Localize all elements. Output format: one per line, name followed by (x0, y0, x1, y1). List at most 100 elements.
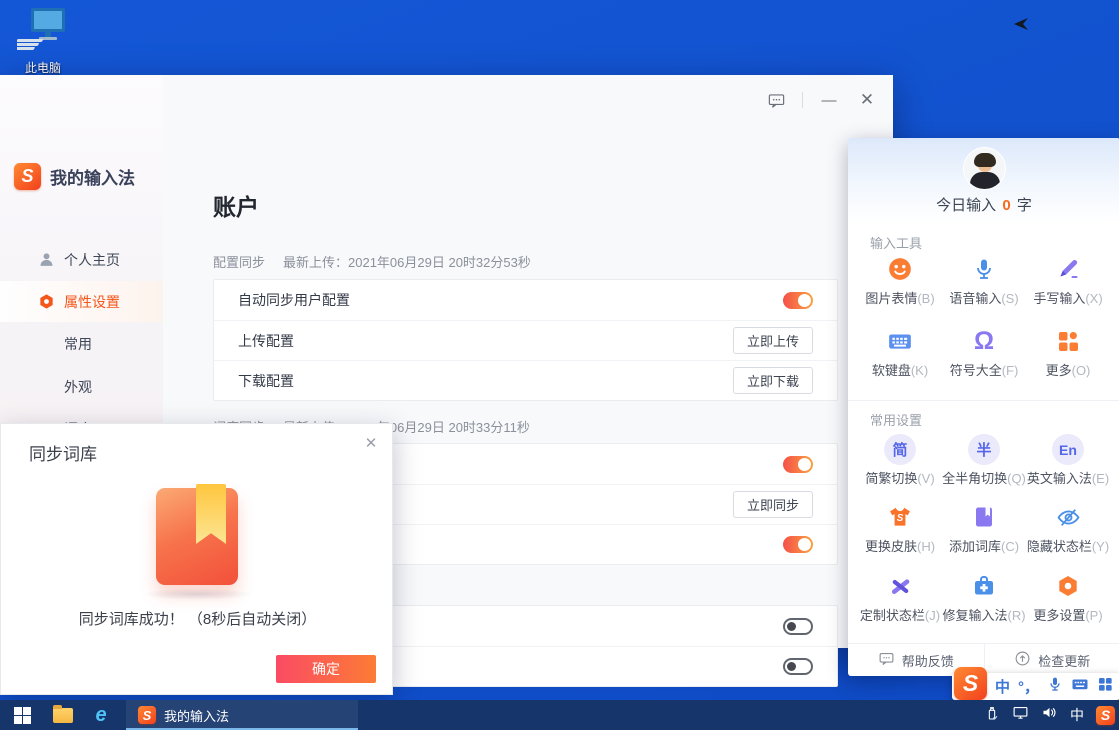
file-explorer-button[interactable] (44, 700, 82, 730)
sync-toggle[interactable] (783, 536, 813, 553)
taskbar: e S 我的输入法 中 S (0, 700, 1119, 730)
folder-icon (53, 708, 73, 723)
update-arrow-icon (1014, 650, 1031, 670)
dialog-message: 同步词库成功！ （8秒后自动关闭） (1, 608, 394, 629)
sidebar-item-label: 个人主页 (64, 250, 120, 270)
halfwidth-badge-icon: 半 (968, 434, 1000, 465)
sidebar-item-home[interactable]: 个人主页 (0, 239, 163, 280)
tool-label: 符号大全 (950, 363, 1002, 378)
upload-config-button[interactable]: 立即上传 (733, 327, 813, 354)
internet-explorer-button[interactable]: e (82, 700, 120, 730)
config-sync-card: 自动同步用户配置 上传配置 立即上传 下载配置 立即下载 (213, 279, 838, 401)
usb-icon[interactable] (984, 705, 1000, 726)
close-button[interactable]: ✕ (855, 89, 879, 111)
setting-label: 更多设置 (1033, 608, 1085, 623)
page-title: 账户 (213, 188, 259, 222)
sidebar-item-general[interactable]: 常用 (0, 323, 163, 364)
sidebar-item-label: 常用 (64, 334, 92, 354)
typed-count: 0 (1000, 197, 1012, 214)
divider (802, 92, 803, 108)
option-toggle-off-2[interactable] (783, 658, 813, 675)
input-language-indicator[interactable]: 中 (1070, 705, 1084, 725)
avatar-body (970, 172, 1000, 190)
tool-voice[interactable]: 语音输入(S) (942, 255, 1026, 308)
settings-section-label: 常用设置 (870, 410, 922, 429)
sogou-status-bar[interactable]: S 中 °， (952, 673, 1119, 700)
emoji-icon (886, 255, 914, 283)
chinese-mode-indicator[interactable]: 中 (995, 676, 1010, 697)
feedback-bubble-icon (878, 650, 895, 670)
grid-more-icon (1054, 327, 1082, 355)
setting-simp-trad[interactable]: 简 简繁切换(V) (858, 434, 942, 487)
setting-key: (V) (917, 471, 934, 486)
setting-key: (R) (1007, 608, 1025, 623)
auto-sync-dict-toggle[interactable] (783, 456, 813, 473)
avatar[interactable] (963, 147, 1006, 190)
computer-icon (17, 39, 69, 56)
download-config-button[interactable]: 立即下载 (733, 367, 813, 394)
sidebar-item-label: 外观 (64, 377, 92, 397)
panel-header: 今日输入 0 字 (848, 138, 1119, 223)
ie-icon: e (95, 704, 106, 727)
sogou-tray-icon[interactable]: S (1096, 706, 1115, 725)
setting-label: 修复输入法 (942, 608, 1007, 623)
setting-label: 全半角切换 (942, 471, 1007, 486)
setting-key: (Y) (1092, 539, 1109, 554)
setting-repair[interactable]: 修复输入法(R) (942, 572, 1026, 625)
setting-customize-statusbar[interactable]: 定制状态栏(J) (858, 572, 942, 625)
sync-now-button[interactable]: 立即同步 (733, 491, 813, 518)
section-label: 配置同步 (213, 252, 265, 271)
tool-label: 图片表情 (865, 291, 917, 306)
app-logo-row: S 我的输入法 (14, 163, 135, 190)
keyboard-icon[interactable] (1071, 675, 1089, 698)
toolbox-grid-icon[interactable] (1097, 676, 1113, 697)
setting-skin[interactable]: S 更换皮肤(H) (858, 503, 942, 556)
system-tray: 中 S (984, 700, 1115, 730)
task-label: 我的输入法 (164, 706, 229, 725)
setting-key: (C) (1001, 539, 1019, 554)
setting-row: 下载配置 立即下载 (214, 360, 837, 400)
start-button[interactable] (0, 700, 44, 730)
network-icon[interactable] (1012, 704, 1029, 726)
tool-more[interactable]: 更多(O) (1026, 327, 1110, 380)
option-toggle-off-1[interactable] (783, 618, 813, 635)
first-aid-kit-icon (970, 572, 998, 600)
close-icon[interactable]: ✕ (360, 432, 382, 454)
tool-softkeyboard[interactable]: 软键盘(K) (858, 327, 942, 380)
tool-handwriting[interactable]: 手写输入(X) (1026, 255, 1110, 308)
tool-symbols[interactable]: Ω 符号大全(F) (942, 327, 1026, 380)
taskbar-task-sogou[interactable]: S 我的输入法 (126, 700, 358, 730)
quick-panel: 今日输入 0 字 输入工具 图片表情(B) 语音输入(S) 手写输入(X) (848, 138, 1119, 676)
setting-hide-statusbar[interactable]: 隐藏状态栏(Y) (1026, 503, 1110, 556)
update-label: 检查更新 (1038, 651, 1090, 670)
setting-english[interactable]: En 英文输入法(E) (1026, 434, 1110, 487)
setting-full-half[interactable]: 半 全半角切换(Q) (942, 434, 1026, 487)
mic-icon[interactable] (1047, 676, 1063, 697)
confirm-button[interactable]: 确定 (276, 655, 376, 683)
setting-label: 英文输入法 (1027, 471, 1092, 486)
sogou-logo-icon: S (14, 163, 41, 190)
sidebar-item-properties[interactable]: 属性设置 (0, 281, 163, 322)
tool-key: (O) (1072, 363, 1091, 378)
check-update-button[interactable]: 检查更新 (984, 644, 1119, 676)
section-head-config-sync: 配置同步 最新上传：2021年06月29日 20时32分53秒 (213, 252, 531, 271)
minimize-button[interactable]: — (817, 89, 841, 111)
feedback-icon[interactable] (764, 89, 788, 111)
auto-sync-config-toggle[interactable] (783, 292, 813, 309)
setting-add-dict[interactable]: 添加词库(C) (942, 503, 1026, 556)
this-pc-desktop-icon[interactable]: 此电脑 (10, 6, 76, 76)
sogou-logo-icon[interactable]: S (954, 667, 987, 700)
typed-prefix: 今日输入 (936, 197, 996, 214)
tool-label: 语音输入 (949, 291, 1001, 306)
tool-key: (K) (911, 363, 928, 378)
divider (848, 400, 1119, 401)
mouse-cursor (1014, 18, 1030, 37)
punctuation-indicator[interactable]: °， (1018, 676, 1039, 697)
microphone-icon (970, 255, 998, 283)
speaker-icon[interactable] (1041, 704, 1058, 726)
sync-dict-dialog: 同步词库 ✕ 同步词库成功！ （8秒后自动关闭） 确定 (0, 423, 393, 695)
setting-more-settings[interactable]: 更多设置(P) (1026, 572, 1110, 625)
row-label: 下载配置 (238, 371, 294, 391)
tool-emoji[interactable]: 图片表情(B) (858, 255, 942, 308)
sidebar-item-appearance[interactable]: 外观 (0, 366, 163, 407)
